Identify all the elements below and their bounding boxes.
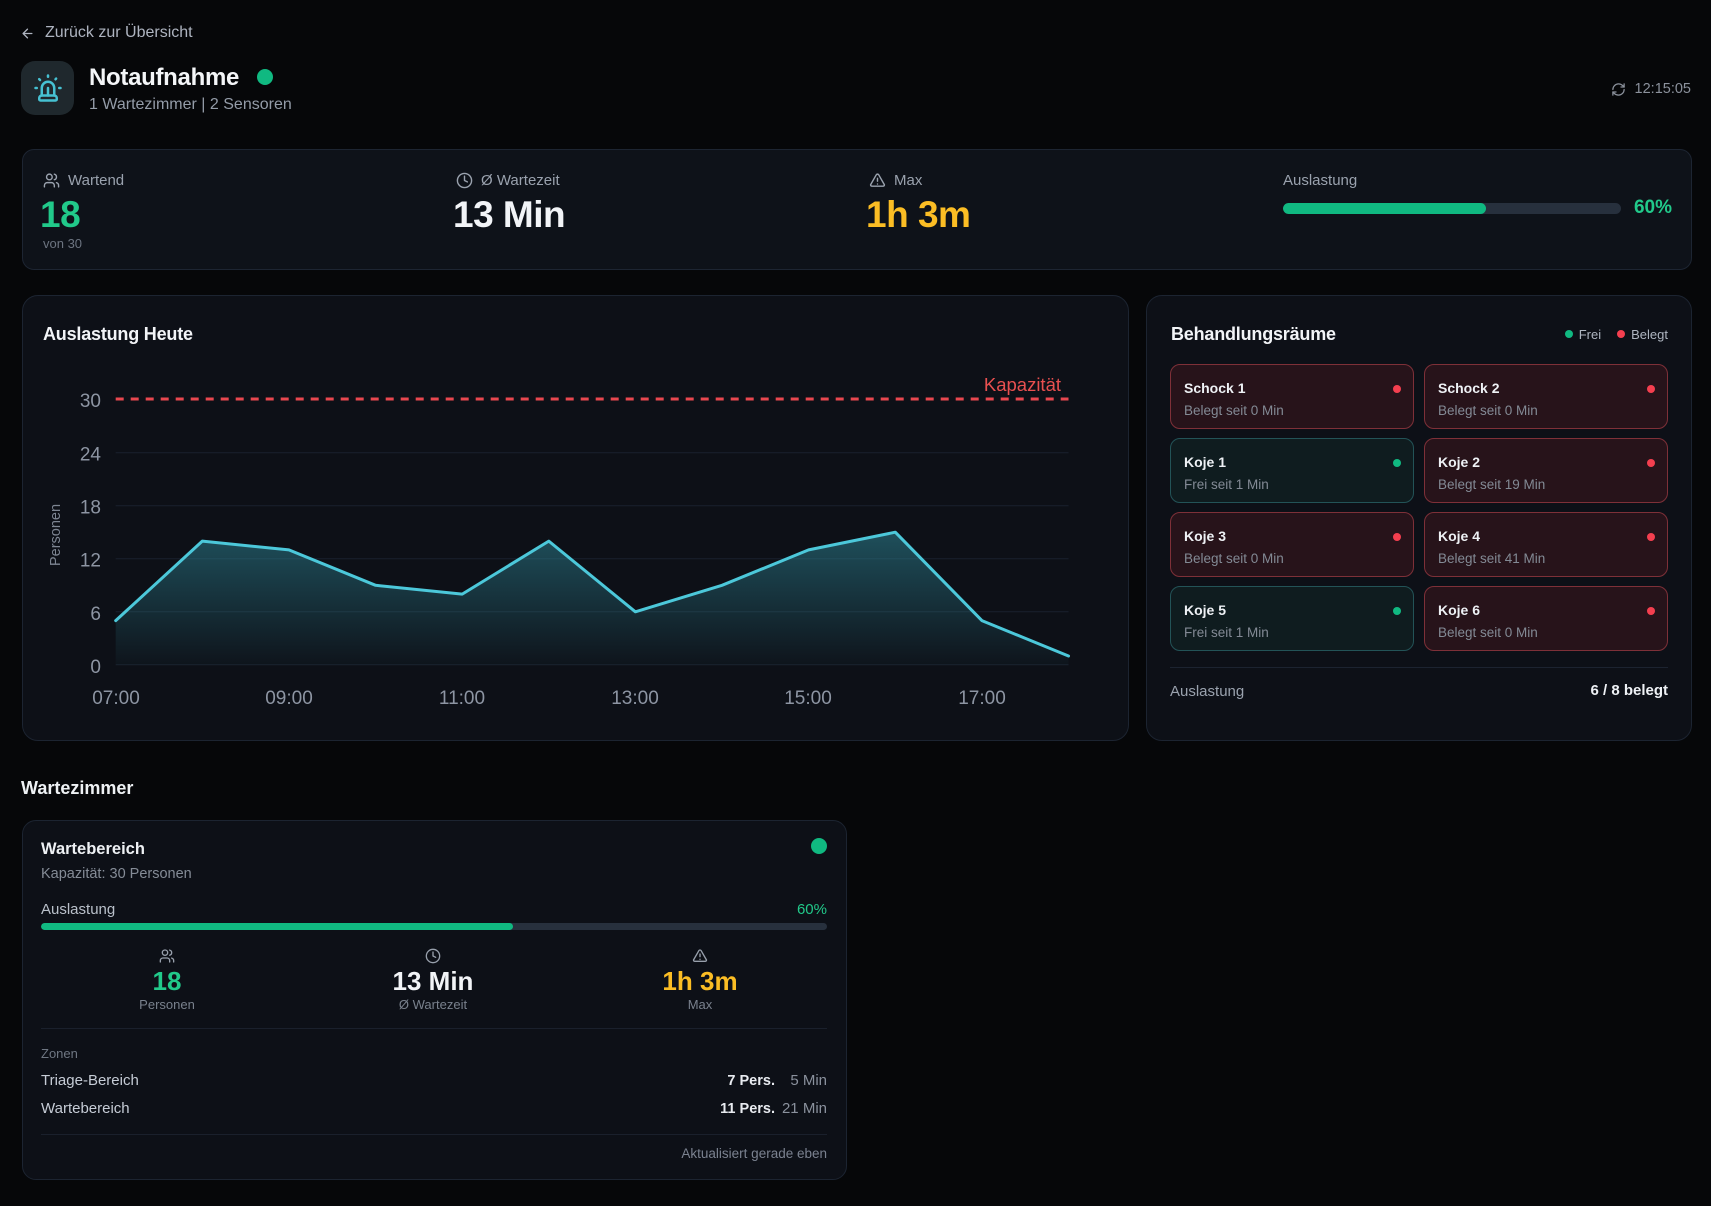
svg-text:18: 18 [80, 498, 101, 519]
svg-text:12: 12 [80, 551, 101, 572]
svg-text:09:00: 09:00 [265, 688, 313, 709]
svg-text:6: 6 [90, 604, 101, 625]
svg-text:Kapazität: Kapazität [984, 374, 1061, 395]
svg-text:13:00: 13:00 [611, 688, 659, 709]
svg-text:0: 0 [90, 657, 101, 678]
svg-text:24: 24 [80, 445, 102, 466]
svg-text:07:00: 07:00 [92, 688, 140, 709]
svg-text:17:00: 17:00 [958, 688, 1006, 709]
svg-text:11:00: 11:00 [439, 688, 485, 709]
svg-text:Personen: Personen [48, 504, 64, 566]
svg-text:30: 30 [80, 391, 101, 412]
svg-text:15:00: 15:00 [784, 688, 832, 709]
